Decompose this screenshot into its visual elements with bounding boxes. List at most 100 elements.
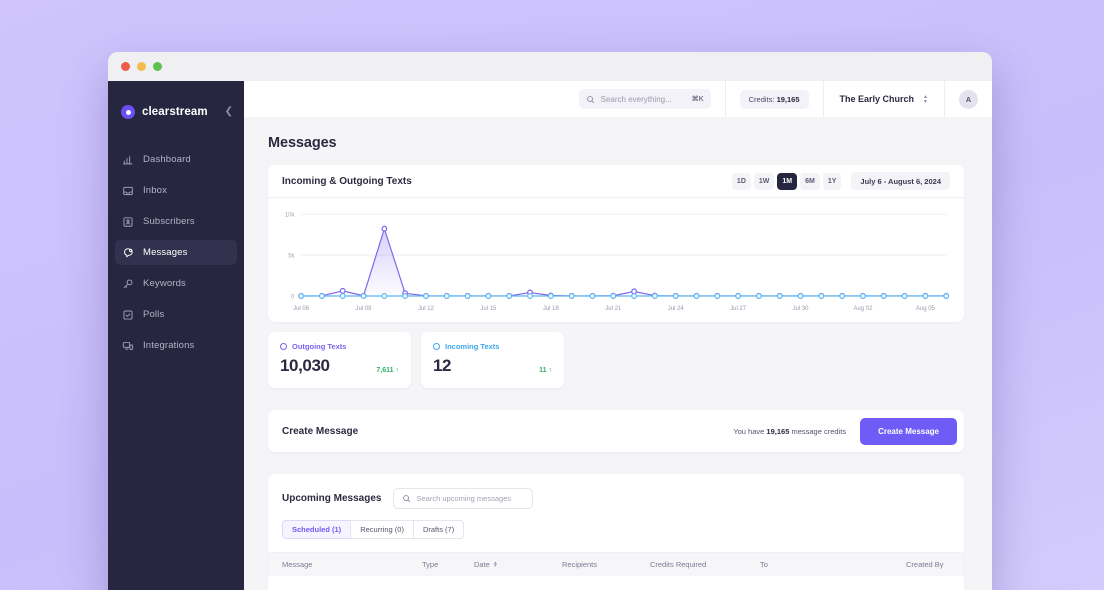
- column-header-to: To: [760, 560, 906, 569]
- chart-body: 05k10kJul 06Jul 09Jul 12Jul 15Jul 18Jul …: [268, 198, 964, 322]
- search-placeholder: Search everything...: [601, 95, 686, 104]
- range-button-1w[interactable]: 1W: [754, 173, 775, 190]
- page-title: Messages: [268, 135, 964, 151]
- stat-value: 10,030: [280, 356, 330, 376]
- close-window-button[interactable]: [121, 62, 130, 71]
- column-header-message: Message: [282, 560, 422, 569]
- column-header-date[interactable]: Date▲▼: [474, 560, 562, 569]
- upcoming-messages-title: Upcoming Messages: [282, 493, 381, 504]
- sidebar-item-dashboard[interactable]: Dashboard: [115, 147, 237, 172]
- svg-text:Jul 27: Jul 27: [730, 305, 747, 312]
- stat-label: Incoming Texts: [445, 342, 499, 351]
- column-header-type: Type: [422, 560, 474, 569]
- range-button-1y[interactable]: 1Y: [823, 173, 842, 190]
- sidebar-item-label: Keywords: [143, 278, 186, 289]
- sidebar-item-polls[interactable]: Polls: [115, 302, 237, 327]
- stats-row: Outgoing Texts 10,030 7,611 ↑ Incoming T…: [268, 332, 964, 388]
- svg-text:Jul 12: Jul 12: [418, 305, 435, 312]
- svg-text:Aug 05: Aug 05: [916, 305, 936, 312]
- credit-note: You have 19,165 message credits: [733, 427, 846, 436]
- upcoming-header: Upcoming Messages Search upcoming messag…: [268, 474, 964, 509]
- range-button-6m[interactable]: 6M: [800, 173, 820, 190]
- tab-recurring[interactable]: Recurring (0): [350, 520, 414, 539]
- minimize-window-button[interactable]: [137, 62, 146, 71]
- svg-text:Jul 24: Jul 24: [668, 305, 685, 312]
- svg-text:Jul 30: Jul 30: [793, 305, 810, 312]
- upcoming-search-input[interactable]: Search upcoming messages: [393, 488, 533, 509]
- chart-title: Incoming & Outgoing Texts: [282, 176, 412, 187]
- credits-badge[interactable]: Credits: 19,165: [740, 90, 809, 109]
- sidebar: clearstream ❮ Dashboard Inbox: [108, 81, 244, 590]
- tab-drafts[interactable]: Drafts (7): [413, 520, 464, 539]
- svg-text:10k: 10k: [285, 213, 294, 219]
- maximize-window-button[interactable]: [153, 62, 162, 71]
- chevron-up-down-icon: ▲▼: [923, 95, 928, 104]
- upcoming-messages-card: Upcoming Messages Search upcoming messag…: [268, 474, 964, 590]
- search-shortcut-hint: ⌘K: [692, 95, 704, 103]
- inbox-icon: [122, 185, 134, 197]
- upcoming-table-body: [268, 576, 964, 590]
- svg-text:Jul 15: Jul 15: [480, 305, 497, 312]
- sidebar-item-messages[interactable]: Messages: [115, 240, 237, 265]
- svg-text:Jul 18: Jul 18: [543, 305, 560, 312]
- column-header-created-by: Created By: [906, 560, 944, 569]
- stat-delta: 11 ↑: [539, 367, 552, 376]
- svg-text:Jul 21: Jul 21: [605, 305, 622, 312]
- devices-icon: [122, 340, 134, 352]
- sidebar-item-subscribers[interactable]: Subscribers: [115, 209, 237, 234]
- page-content: Messages Incoming & Outgoing Texts 1D 1W…: [244, 117, 992, 590]
- upcoming-search-placeholder: Search upcoming messages: [416, 494, 524, 503]
- search-input[interactable]: Search everything... ⌘K: [579, 89, 711, 109]
- search-icon: [402, 494, 411, 503]
- chevron-left-icon[interactable]: ❮: [225, 107, 233, 117]
- range-button-1d[interactable]: 1D: [732, 173, 751, 190]
- upcoming-tabs: Scheduled (1) Recurring (0) Drafts (7): [282, 520, 964, 539]
- sidebar-item-keywords[interactable]: Keywords: [115, 271, 237, 296]
- app-window: clearstream ❮ Dashboard Inbox: [108, 52, 992, 590]
- range-button-1m[interactable]: 1M: [777, 173, 797, 190]
- create-message-button[interactable]: Create Message: [860, 418, 957, 445]
- bar-chart-icon: [122, 154, 134, 166]
- create-message-title: Create Message: [282, 426, 358, 437]
- svg-text:Jul 06: Jul 06: [293, 305, 310, 312]
- topbar-divider-2: [823, 81, 824, 117]
- topbar: Search everything... ⌘K Credits: 19,165 …: [244, 81, 992, 117]
- upcoming-table-header: Message Type Date▲▼ Recipients Credits R…: [268, 552, 964, 576]
- avatar-initial: A: [966, 95, 971, 104]
- brand-name: clearstream: [142, 106, 218, 118]
- stat-delta: 7,611 ↑: [376, 367, 399, 376]
- svg-text:Aug 02: Aug 02: [854, 305, 874, 312]
- sidebar-nav: Dashboard Inbox Subscribers: [108, 147, 244, 364]
- create-message-card: Create Message You have 19,165 message c…: [268, 410, 964, 452]
- sidebar-item-label: Messages: [143, 247, 188, 258]
- sidebar-item-label: Dashboard: [143, 154, 191, 165]
- brand: clearstream ❮: [108, 91, 244, 125]
- column-header-credits-required: Credits Required: [650, 560, 760, 569]
- tab-scheduled[interactable]: Scheduled (1): [282, 520, 351, 539]
- checkbox-icon: [122, 309, 134, 321]
- topbar-divider-3: [944, 81, 945, 117]
- stat-card-outgoing: Outgoing Texts 10,030 7,611 ↑: [268, 332, 411, 388]
- stat-value: 12: [433, 356, 451, 376]
- key-icon: [122, 278, 134, 290]
- stat-card-incoming: Incoming Texts 12 11 ↑: [421, 332, 564, 388]
- avatar[interactable]: A: [959, 90, 978, 109]
- clearstream-logo-icon: [121, 105, 135, 119]
- svg-text:5k: 5k: [288, 254, 294, 260]
- ring-icon: [433, 343, 440, 350]
- credits-label: Credits:: [749, 95, 775, 104]
- incoming-outgoing-line-chart[interactable]: 05k10kJul 06Jul 09Jul 12Jul 15Jul 18Jul …: [276, 208, 952, 316]
- sidebar-item-inbox[interactable]: Inbox: [115, 178, 237, 203]
- org-name: The Early Church: [840, 94, 915, 104]
- sidebar-item-integrations[interactable]: Integrations: [115, 333, 237, 358]
- svg-text:Jul 09: Jul 09: [356, 305, 373, 312]
- sidebar-item-label: Polls: [143, 309, 164, 320]
- org-switcher[interactable]: The Early Church ▲▼: [838, 94, 930, 104]
- date-range-picker[interactable]: July 6 - August 6, 2024: [851, 172, 950, 190]
- column-header-recipients: Recipients: [562, 560, 650, 569]
- window-titlebar: [108, 52, 992, 81]
- sidebar-item-label: Integrations: [143, 340, 194, 351]
- stat-label: Outgoing Texts: [292, 342, 346, 351]
- sidebar-item-label: Inbox: [143, 185, 167, 196]
- chart-range-controls: 1D 1W 1M 6M 1Y July 6 - August 6, 2024: [732, 172, 950, 190]
